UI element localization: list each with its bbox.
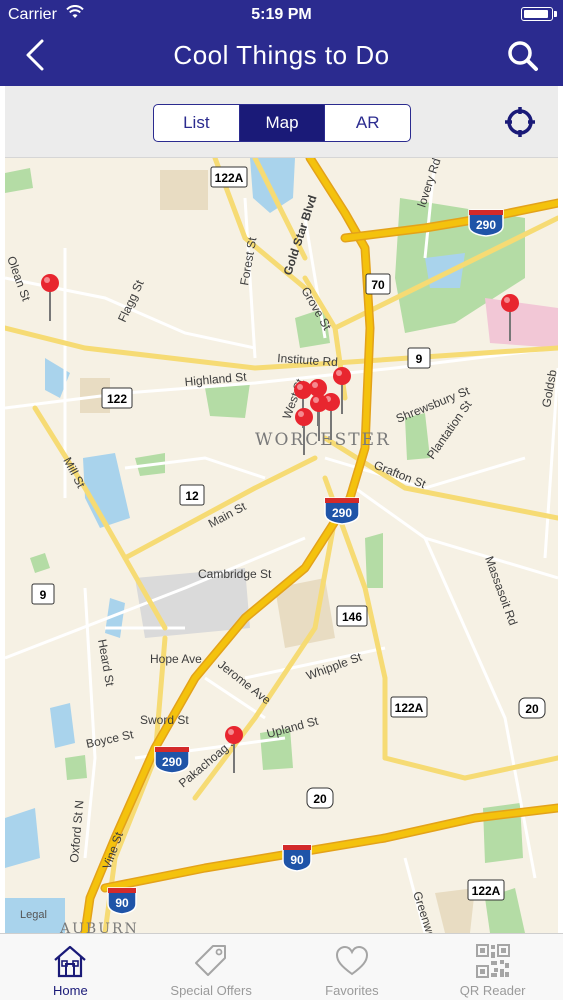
street-label: Oxford St N <box>67 800 86 864</box>
tab-label: Home <box>53 983 88 998</box>
map-canvas[interactable]: Gold Star Blvd Forest St Grove St Flagg … <box>5 158 558 933</box>
tag-icon <box>195 945 227 976</box>
tab-favorites[interactable]: Favorites <box>282 934 423 1000</box>
view-mode-bar: List Map AR <box>5 86 558 158</box>
route-shield: 122 <box>107 392 127 406</box>
street-label: Sword St <box>140 713 189 727</box>
tab-label: QR Reader <box>459 983 526 998</box>
street-label: Heard St <box>95 638 117 688</box>
route-shield: 122A <box>395 701 424 715</box>
route-shield: 146 <box>342 610 362 624</box>
street-label: Vine St <box>100 829 127 871</box>
route-shield: 70 <box>371 278 385 292</box>
tab-home[interactable]: Home <box>0 934 141 1000</box>
street-label: Flagg St <box>115 277 147 324</box>
street-label: Forest St <box>237 235 259 286</box>
city-label: WORCESTER <box>255 430 391 450</box>
map-pin <box>41 274 59 321</box>
segment-ar[interactable]: AR <box>325 105 410 141</box>
home-icon <box>54 945 87 978</box>
route-shield: 122A <box>215 171 244 185</box>
street-label: lovery Rd <box>415 158 444 209</box>
heart-icon <box>335 945 368 976</box>
interstate-shield: 90 <box>290 853 304 867</box>
tab-qr-reader[interactable]: QR Reader <box>422 934 563 1000</box>
page-title: Cool Things to Do <box>173 40 390 70</box>
tab-label: Special Offers <box>170 983 252 998</box>
view-mode-segmented-control: List Map AR <box>153 104 411 142</box>
interstate-shield: 290 <box>476 218 496 232</box>
tab-label: Favorites <box>325 983 379 998</box>
status-time: 5:19 PM <box>251 6 312 23</box>
route-shield: 12 <box>185 489 199 503</box>
interstate-shield: 90 <box>115 896 129 910</box>
street-label: Jerome Ave <box>215 657 274 707</box>
tab-bar: Home Special Offers Favorites QR Reader <box>0 933 563 1000</box>
map-view[interactable]: Gold Star Blvd Forest St Grove St Flagg … <box>5 158 558 933</box>
qr-code-icon <box>475 944 510 978</box>
route-shield: 122A <box>472 884 501 898</box>
street-label: Cambridge St <box>198 567 272 581</box>
route-shield: 20 <box>313 792 327 806</box>
status-bar: Carrier 5:19 PM <box>0 0 563 30</box>
interstate-shield: 290 <box>162 755 182 769</box>
route-shield: 20 <box>525 702 539 716</box>
segment-list[interactable]: List <box>154 105 240 141</box>
locate-crosshair-icon[interactable] <box>504 106 536 138</box>
street-label: Upland St <box>265 714 320 741</box>
interstate-shield: 290 <box>332 506 352 520</box>
segment-map[interactable]: Map <box>239 105 326 141</box>
navigation-header: Carrier 5:19 PM Cool Things to Do <box>0 0 563 86</box>
street-label: Hope Ave <box>150 652 202 666</box>
route-shield: 9 <box>416 352 423 366</box>
town-label: AUBURN <box>59 921 139 933</box>
search-icon[interactable] <box>507 40 539 72</box>
route-shield: 9 <box>40 588 47 602</box>
street-label: Whipple St <box>304 650 364 683</box>
legal-link[interactable]: Legal <box>20 909 47 921</box>
tab-special-offers[interactable]: Special Offers <box>141 934 282 1000</box>
battery-icon <box>521 7 557 21</box>
